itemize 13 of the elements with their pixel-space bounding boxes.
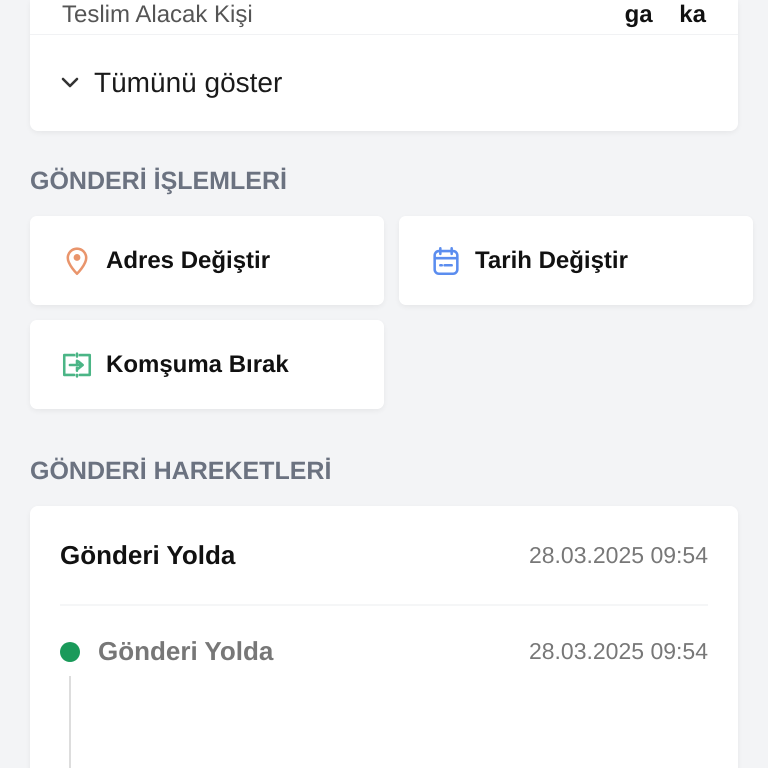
- recipient-label: Teslim Alacak Kişi: [62, 0, 253, 30]
- event-status: Gönderi Yolda: [98, 636, 274, 667]
- section-heading: GÖNDERİ İŞLEMLERİ: [30, 167, 288, 196]
- action-button[interactable]: Komşuma Bırak: [30, 320, 384, 409]
- action-button[interactable]: Adres Değiştir: [30, 216, 384, 305]
- status-time: 28.03.2025 09:54: [528, 542, 708, 568]
- section-heading: GÖNDERİ HAREKETLERİ: [30, 457, 332, 486]
- event-time: 28.03.2025 09:54: [528, 638, 708, 665]
- show-all-toggle[interactable]: Tümünü göster: [30, 35, 738, 131]
- current-status: Gönderi Yolda: [60, 540, 236, 570]
- recipient-value: ga ka: [624, 0, 706, 30]
- action-button[interactable]: Tarih Değiştir: [399, 216, 753, 305]
- chevron-icon: [60, 76, 80, 90]
